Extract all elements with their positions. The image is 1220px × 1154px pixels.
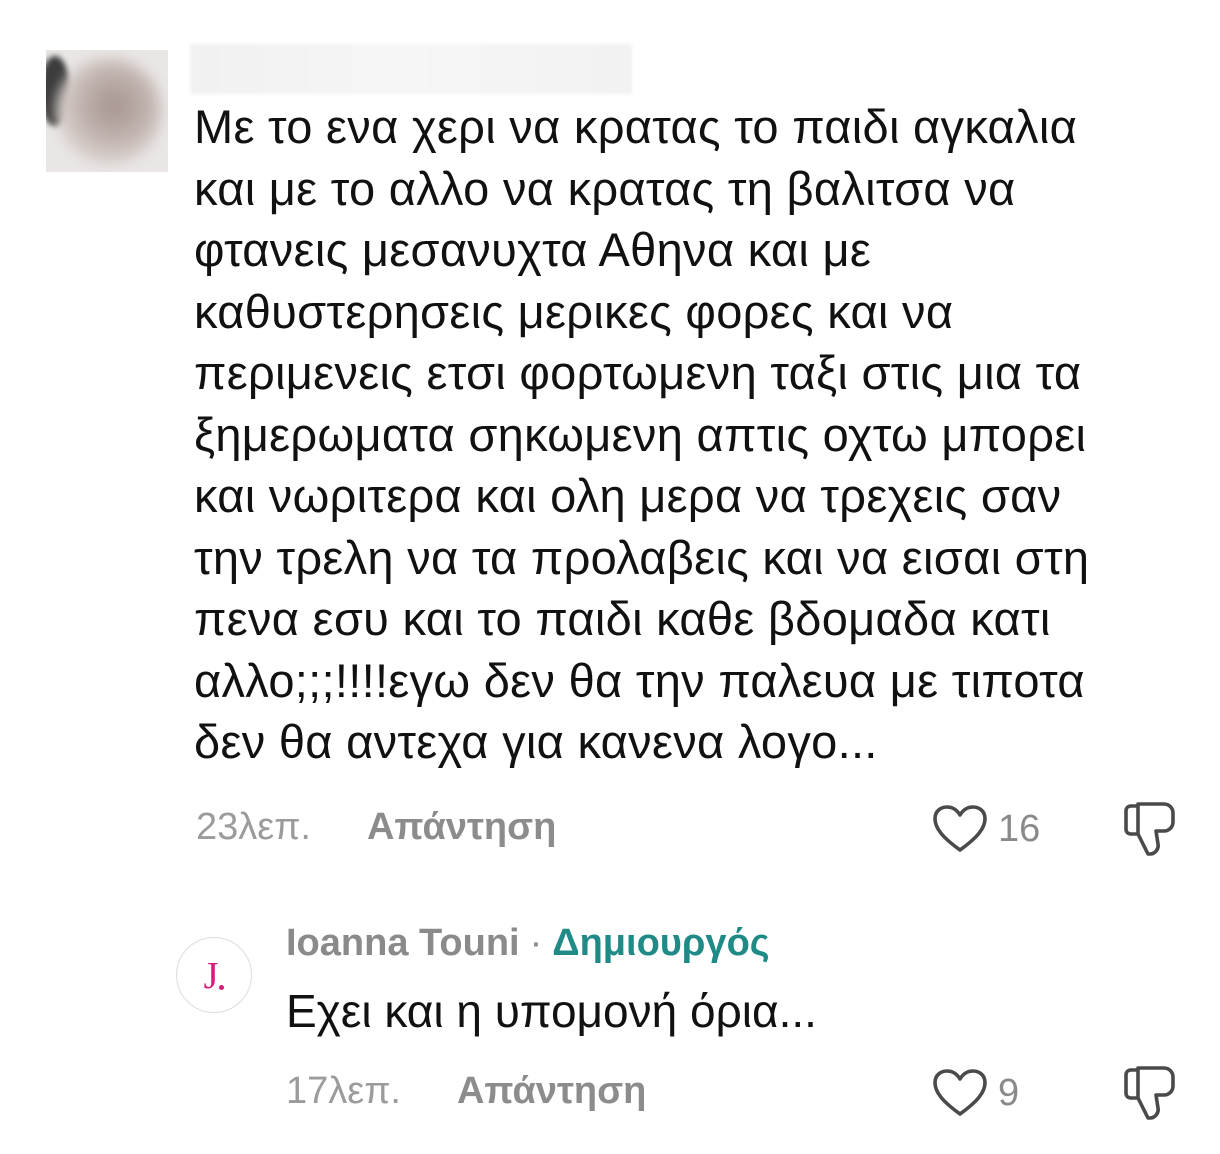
thumbs-down-icon [1124, 1066, 1175, 1120]
like-count: 16 [998, 807, 1041, 850]
creator-badge: Δημιουργός [552, 922, 770, 964]
reply-button[interactable]: Απάντηση [367, 806, 556, 849]
reply-header: Ioanna Touni · Δημιουργός [286, 922, 770, 965]
reply-like-count: 9 [998, 1071, 1020, 1114]
reply-text: Εχει και η υπομονή όρια... [286, 985, 817, 1037]
like-button[interactable]: 16 [932, 804, 1040, 854]
comments-thread: Με το ενα χερι να κρατας το παιδι αγκαλι… [0, 0, 1220, 1154]
username-redacted[interactable] [190, 44, 632, 94]
comment-meta: 23λεπ. Απάντηση [196, 806, 556, 849]
avatar-letter: J [203, 955, 219, 997]
reply-author-name[interactable]: Ioanna Touni [286, 922, 520, 965]
heart-icon [933, 805, 987, 852]
thumbs-down-icon [1124, 802, 1175, 856]
heart-icon [933, 1069, 987, 1116]
reply-reply-button[interactable]: Απάντηση [457, 1070, 646, 1113]
separator-dot: · [529, 922, 543, 964]
reply-dislike-button[interactable] [1122, 1064, 1178, 1127]
dislike-button[interactable] [1122, 800, 1178, 863]
avatar[interactable] [46, 50, 168, 172]
creator-avatar[interactable]: J [176, 937, 252, 1013]
comment-text: Με το ενα χερι να κρατας το παιδι αγκαλι… [194, 100, 1090, 768]
comment-timestamp: 23λεπ. [196, 806, 311, 848]
reply-timestamp: 17λεπ. [286, 1070, 401, 1112]
reply-like-button[interactable]: 9 [932, 1068, 1019, 1118]
reply-meta: 17λεπ. Απάντηση [286, 1070, 646, 1113]
avatar-dot [219, 984, 225, 990]
